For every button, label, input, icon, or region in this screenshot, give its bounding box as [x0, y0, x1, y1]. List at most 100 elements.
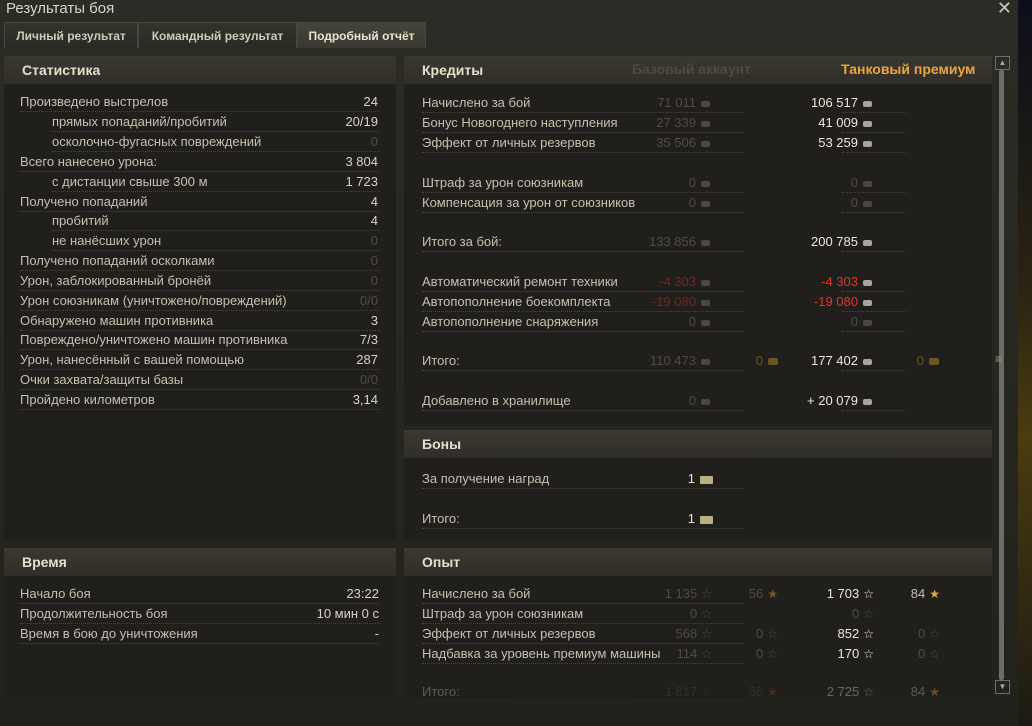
base-xp-value: 1 817 ☆: [665, 682, 712, 702]
stat-label: Очки захвата/защиты базы: [20, 372, 184, 387]
base-free-xp-number: 56: [748, 586, 764, 601]
stat-row: Повреждено/уничтожено машин противника 7/…: [0, 330, 400, 350]
base-credit-number: 0: [688, 175, 696, 190]
base-credit-value: -19 080: [652, 292, 710, 312]
bond-label: За получение наград: [422, 471, 550, 486]
base-credit-value: 110 473: [650, 351, 710, 371]
base-xp-number: 0: [690, 606, 698, 621]
credit-icon: [701, 100, 710, 107]
free-xp-star-icon: ★: [767, 685, 778, 699]
base-credit-number: 0: [688, 195, 696, 210]
credit-label: Итого за бой:: [422, 234, 503, 249]
premium-credit-value: 0: [851, 193, 872, 213]
premium-credit-number: 177 402: [811, 353, 858, 368]
experience-label: Штраф за урон союзникам: [422, 606, 584, 621]
base-xp-value: 568 ☆: [676, 624, 712, 644]
credit-label: Автопополнение боекомплекта: [422, 294, 611, 309]
free-xp-star-icon: ★: [929, 685, 940, 699]
premium-credit-value: 177 402: [811, 351, 872, 371]
title-bar: Результаты боя ✕: [0, 0, 1018, 20]
scroll-track[interactable]: [999, 70, 1004, 680]
stat-label: Получено попаданий осколками: [20, 253, 215, 268]
stat-label: Всего нанесено урона:: [20, 154, 158, 169]
experience-row: Эффект от личных резервов 568 ☆ 852 ☆ 0 ☆ 0 ☆: [0, 624, 1000, 644]
credit-row: Автопополнение боекомплекта -19 080 -19 08…: [0, 292, 1000, 312]
bond-number: 1: [687, 511, 695, 526]
premium-credit-number: -19 080: [813, 294, 858, 309]
bond-icon: [700, 475, 713, 484]
credit-icon: [863, 279, 872, 286]
credit-icon: [701, 299, 710, 306]
base-free-xp-value: 0 ☆: [756, 624, 778, 644]
credit-icon: [863, 100, 872, 107]
free-xp-star-icon: ★: [767, 587, 778, 601]
free-xp-star-icon: ☆: [767, 627, 778, 641]
background-strip: [1018, 0, 1032, 726]
credit-icon: [701, 140, 710, 147]
stat-row: пробитий 4: [0, 211, 400, 231]
xp-star-icon: ☆: [863, 607, 874, 621]
tab-team-result[interactable]: Командный результат: [138, 22, 297, 48]
credit-row: Компенсация за урон от союзников 0 0: [0, 193, 1000, 213]
tab-bar: Личный результат Командный результат Под…: [0, 22, 1018, 48]
scroll-grip-icon[interactable]: ≡: [995, 352, 1002, 366]
premium-credit-number: 0: [850, 195, 858, 210]
stat-row: Получено попаданий осколками 0: [0, 251, 400, 271]
scroll-up-button[interactable]: ▲: [995, 56, 1010, 70]
window-title: Результаты боя: [6, 0, 115, 17]
premium-credit-value: 53 259: [818, 133, 872, 153]
credit-row: Автопополнение снаряжения 0 0: [0, 312, 1000, 332]
credit-icon: [863, 200, 872, 207]
close-icon[interactable]: ✕: [997, 0, 1012, 19]
premium-gold-number: 0: [916, 353, 924, 368]
xp-star-icon: ☆: [863, 627, 874, 641]
base-free-xp-number: 0: [756, 626, 764, 641]
tab-personal-result[interactable]: Личный результат: [4, 22, 138, 48]
bond-icon: [700, 515, 713, 524]
credit-icon: [701, 319, 710, 326]
bond-value: 1: [688, 469, 713, 489]
experience-label: Надбавка за уровень премиум машины: [422, 646, 661, 661]
experience-header: Опыт: [404, 548, 992, 576]
credit-row: Автоматический ремонт техники -4 303 -4 30…: [0, 272, 1000, 292]
credit-label: Эффект от личных резервов: [422, 135, 596, 150]
base-credit-number: 35 506: [656, 135, 696, 150]
credit-row: Штраф за урон союзникам 0 0: [0, 173, 1000, 193]
free-xp-star-icon: ★: [929, 587, 940, 601]
base-credit-number: 0: [688, 314, 696, 329]
base-xp-value: 114 ☆: [677, 644, 713, 664]
stat-row: Очки захвата/защиты базы 0/0: [0, 370, 400, 390]
premium-xp-value: 852 ☆: [838, 624, 874, 644]
credit-icon: [863, 180, 872, 187]
premium-credit-number: -4 303: [821, 274, 858, 289]
credit-icon: [863, 239, 872, 246]
free-xp-star-icon: ☆: [929, 627, 940, 641]
premium-credit-value: 41 009: [818, 113, 872, 133]
tab-detailed-report[interactable]: Подробный отчёт: [297, 22, 426, 48]
credit-label: Итого:: [422, 353, 460, 368]
credit-icon: [863, 358, 872, 365]
stat-value: 3 804: [345, 154, 378, 169]
base-xp-number: 114: [676, 646, 698, 661]
premium-credit-number: 0: [850, 314, 858, 329]
premium-free-xp-number: 84: [910, 586, 926, 601]
credit-icon: [863, 398, 872, 405]
free-xp-star-icon: ☆: [929, 647, 940, 661]
premium-credit-value: -19 080: [814, 292, 872, 312]
base-credit-value: 0: [689, 391, 710, 411]
premium-credit-number: 200 785: [811, 234, 858, 249]
credits-title: Кредиты: [422, 62, 484, 78]
stat-label: Повреждено/уничтожено машин противника: [20, 332, 288, 347]
credit-row: Начислено за бой 71 011 106 517: [0, 93, 1000, 113]
premium-xp-number: 170: [837, 646, 860, 661]
base-free-xp-number: 0: [756, 646, 764, 661]
base-credit-value: 27 339: [656, 113, 710, 133]
scroll-down-button[interactable]: ▼: [995, 680, 1010, 694]
xp-star-icon: ☆: [863, 647, 874, 661]
gold-icon: [768, 358, 778, 366]
premium-xp-value: 2 725 ☆: [827, 682, 874, 702]
scrollbar[interactable]: ▲ ≡ ▼: [995, 56, 1010, 694]
base-xp-value: 0 ☆: [690, 604, 712, 624]
experience-label: Начислено за бой: [422, 586, 531, 601]
experience-row: Начислено за бой 1 135 ☆ 1 703 ☆ 56 ★ 84 ★: [0, 584, 1000, 604]
